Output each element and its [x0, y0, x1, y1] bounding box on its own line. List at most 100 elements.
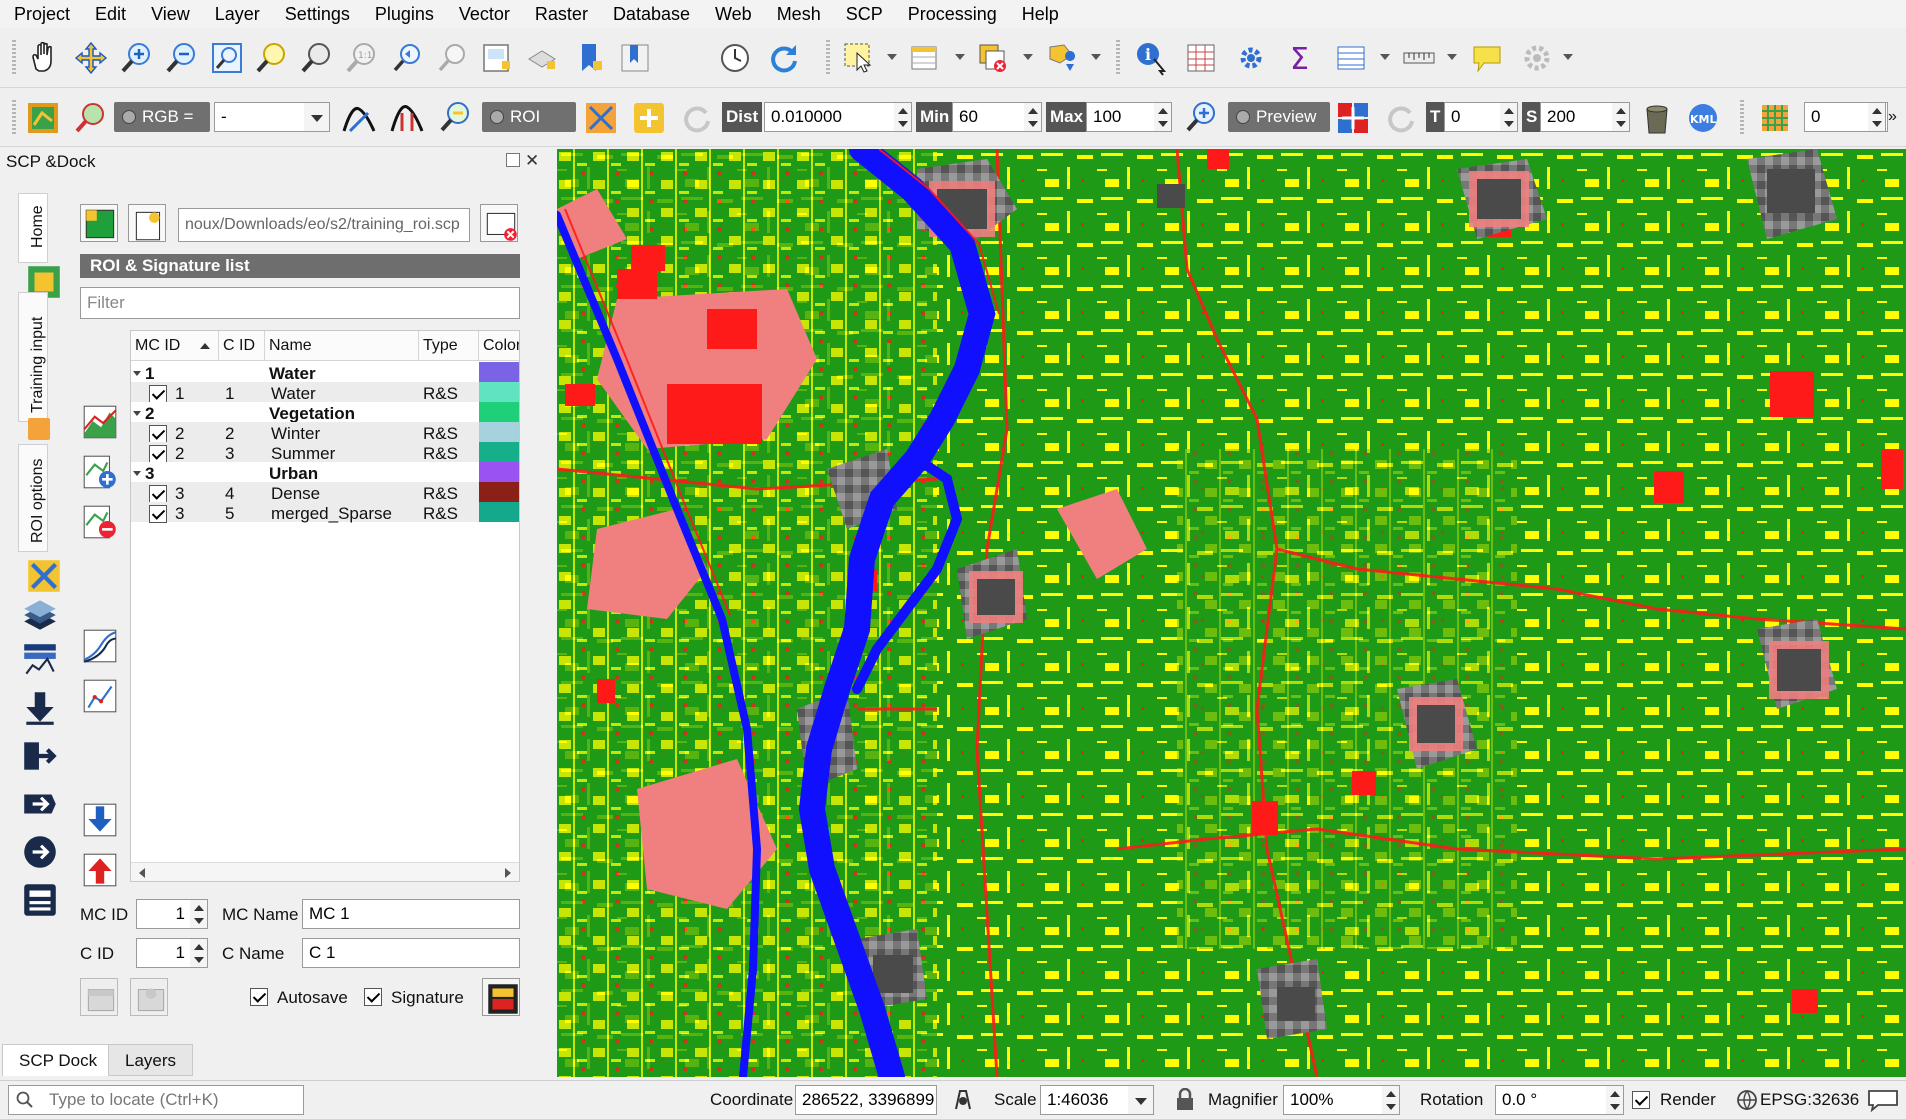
- temporal-icon[interactable]: [716, 39, 754, 77]
- scp-main-icon[interactable]: [24, 99, 62, 137]
- band-processing-icon[interactable]: [20, 640, 60, 680]
- save-signature-icon[interactable]: [482, 978, 520, 1016]
- scatter-plot-icon[interactable]: [80, 626, 120, 666]
- statistics-icon[interactable]: Σ: [1282, 39, 1320, 77]
- menu-edit[interactable]: Edit: [81, 4, 137, 25]
- class-checkbox[interactable]: [149, 445, 167, 463]
- map-tips-icon[interactable]: [1468, 39, 1506, 77]
- undo-save-roi-icon[interactable]: [80, 978, 118, 1016]
- deselect-icon[interactable]: [974, 39, 1012, 77]
- bookmarks-icon[interactable]: [616, 39, 654, 77]
- menu-view[interactable]: View: [137, 4, 201, 25]
- classification-preview-icon[interactable]: [1334, 99, 1372, 137]
- identify-icon[interactable]: i: [1132, 39, 1170, 77]
- s-spinner[interactable]: [1612, 102, 1630, 132]
- settings-gear-icon[interactable]: [1518, 39, 1556, 77]
- kml-export-icon[interactable]: KML: [1684, 99, 1722, 137]
- band-calc-icon[interactable]: [20, 784, 60, 824]
- autosave-checkbox[interactable]: [250, 988, 268, 1006]
- zoom-to-selection-icon[interactable]: [253, 39, 291, 77]
- scale-dropdown-arrow[interactable]: [1128, 1085, 1154, 1115]
- toolbar-grip[interactable]: [12, 100, 16, 136]
- rgb-combo[interactable]: -: [214, 102, 318, 132]
- macroclass-row[interactable]: 1 Water: [131, 362, 519, 383]
- training-input-path-field[interactable]: noux/Downloads/eo/s2/training_roi.scp: [178, 208, 470, 242]
- color-swatch[interactable]: [479, 442, 519, 462]
- dist-field[interactable]: 0.010000: [764, 102, 900, 132]
- field-calculator-icon[interactable]: [1182, 39, 1220, 77]
- mc-name-field[interactable]: MC 1: [302, 899, 520, 929]
- zoom-to-roi-icon[interactable]: [436, 99, 474, 137]
- processing-toolbox-icon[interactable]: [1232, 39, 1270, 77]
- menu-project[interactable]: Project: [0, 4, 81, 25]
- mc-id-field[interactable]: 1: [136, 899, 194, 929]
- batch-icon[interactable]: [20, 832, 60, 872]
- rotation-field[interactable]: 0.0 °: [1495, 1085, 1607, 1115]
- locator-search-input[interactable]: Type to locate (Ctrl+K): [8, 1085, 304, 1115]
- reset-training-input-button[interactable]: [480, 204, 518, 242]
- vtab-training-input[interactable]: Training input: [18, 292, 48, 422]
- select-location-icon[interactable]: [1044, 39, 1082, 77]
- deselect-dropdown-arrow[interactable]: [1023, 54, 1033, 60]
- redo-roi-icon[interactable]: [678, 99, 716, 137]
- band-set-spinner[interactable]: [1868, 102, 1886, 132]
- table-dropdown-arrow[interactable]: [1380, 54, 1390, 60]
- scale-field[interactable]: 1:46036: [1040, 1085, 1142, 1115]
- attribute-table-icon[interactable]: [906, 39, 944, 77]
- measure-icon[interactable]: [1400, 39, 1438, 77]
- local-std-stretch-icon[interactable]: [388, 99, 426, 137]
- zoom-native-icon[interactable]: 1:1: [343, 39, 381, 77]
- max-spinner[interactable]: [1154, 102, 1172, 132]
- expand-arrow-icon[interactable]: [133, 371, 141, 376]
- preprocessing-icon[interactable]: [20, 594, 60, 634]
- tools-icon[interactable]: [24, 556, 60, 592]
- class-row[interactable]: 1 1 Water R&S: [131, 382, 519, 403]
- c-id-spinner[interactable]: [190, 938, 208, 968]
- c-name-field[interactable]: C 1: [302, 938, 520, 968]
- column-name[interactable]: Name: [265, 331, 419, 361]
- dist-spinner[interactable]: [894, 102, 912, 132]
- toolbar-grip[interactable]: [1116, 40, 1120, 76]
- attribute-dropdown-arrow[interactable]: [955, 54, 965, 60]
- band-set-icon[interactable]: [1756, 99, 1794, 137]
- zoom-to-input-icon[interactable]: [72, 99, 110, 137]
- menu-settings[interactable]: Settings: [271, 4, 361, 25]
- column-c-id[interactable]: C ID: [219, 331, 265, 361]
- postprocessing-icon[interactable]: [20, 736, 60, 776]
- expand-arrow-icon[interactable]: [133, 411, 141, 416]
- remove-temp-files-icon[interactable]: [1638, 99, 1676, 137]
- color-swatch[interactable]: [479, 482, 519, 502]
- gear-dropdown-arrow[interactable]: [1563, 54, 1573, 60]
- settings-icon[interactable]: [20, 880, 60, 920]
- color-swatch[interactable]: [479, 402, 519, 422]
- new-3d-map-icon[interactable]: [523, 39, 561, 77]
- create-roi-polygon-icon[interactable]: [582, 99, 620, 137]
- tree-horizontal-scrollbar[interactable]: [131, 862, 519, 881]
- activate-roi-pointer-icon[interactable]: [630, 99, 668, 137]
- new-map-view-icon[interactable]: [478, 39, 516, 77]
- select-dropdown-arrow[interactable]: [887, 54, 897, 60]
- coordinate-field[interactable]: 286522, 3396899: [795, 1085, 937, 1115]
- pan-icon[interactable]: [24, 39, 62, 77]
- column-mc-id[interactable]: MC ID: [131, 331, 219, 361]
- c-id-field[interactable]: 1: [136, 938, 194, 968]
- map-canvas[interactable]: [557, 149, 1906, 1077]
- preview-toggle-button[interactable]: Preview: [1228, 102, 1330, 132]
- download-icon[interactable]: [20, 688, 60, 728]
- tab-layers[interactable]: Layers: [108, 1044, 194, 1076]
- select-feature-icon[interactable]: [840, 39, 878, 77]
- column-color[interactable]: Color: [479, 331, 519, 361]
- rgb-combo-arrow[interactable]: [304, 102, 330, 132]
- menu-web[interactable]: Web: [701, 4, 763, 25]
- color-swatch[interactable]: [479, 502, 519, 522]
- refresh-icon[interactable]: [765, 39, 803, 77]
- color-swatch[interactable]: [479, 422, 519, 442]
- rotation-spinner[interactable]: [1606, 1085, 1624, 1115]
- macroclass-row[interactable]: 3 Urban: [131, 462, 519, 483]
- menu-scp[interactable]: SCP: [832, 4, 894, 25]
- toolbar-grip[interactable]: [1740, 100, 1744, 136]
- min-spinner[interactable]: [1024, 102, 1042, 132]
- remove-signature-icon[interactable]: [80, 502, 120, 542]
- menu-raster[interactable]: Raster: [521, 4, 599, 25]
- t-spinner[interactable]: [1500, 102, 1518, 132]
